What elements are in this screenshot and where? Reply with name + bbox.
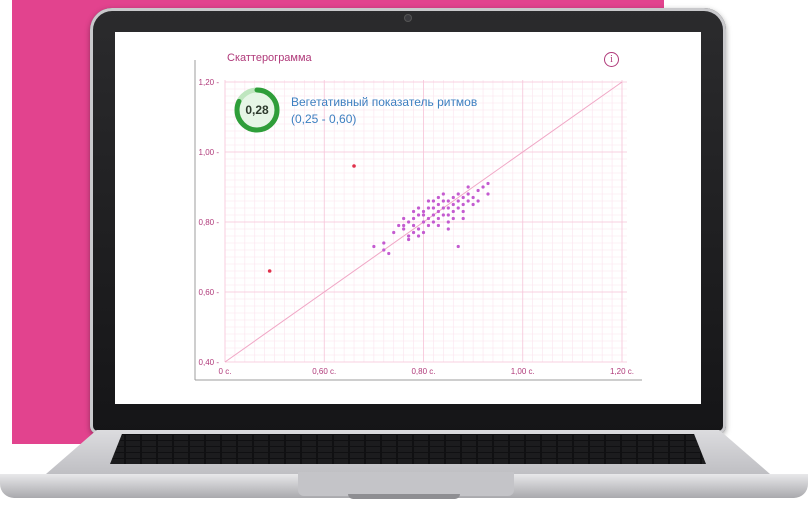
- x-tick-label: 0,60 c.: [312, 367, 336, 376]
- scatter-point: [436, 202, 440, 207]
- scatter-point: [461, 216, 465, 221]
- gauge-value: 0,28: [245, 103, 269, 117]
- scatter-point: [402, 216, 406, 221]
- scatter-point: [426, 199, 431, 203]
- scatter-point: [382, 241, 386, 245]
- scatter-point: [471, 195, 475, 200]
- scatter-point: [407, 237, 411, 242]
- x-tick-label: 1,00 c.: [511, 367, 535, 376]
- scatter-point: [476, 188, 480, 193]
- scatter-point: [451, 216, 455, 221]
- y-tick-label: 1,20 -: [199, 78, 220, 87]
- scatter-point: [411, 223, 416, 228]
- scatter-point: [407, 234, 411, 238]
- scatter-point: [426, 216, 431, 221]
- scatter-point: [466, 192, 470, 196]
- scatter-point: [441, 206, 445, 210]
- x-tick-label: 0 c.: [219, 367, 232, 376]
- scatterogram-chart: 0,40 - 0,60 - 0,80 - 1,00 - 1,20 - 0 c. 0,60 c…: [194, 60, 642, 381]
- keyboard: [110, 434, 706, 464]
- scatter-point: [456, 244, 460, 249]
- scatter-point: [397, 223, 401, 228]
- scatter-point: [456, 199, 460, 203]
- scatter-point: [441, 199, 445, 203]
- scatter-point: [411, 209, 416, 214]
- scatter-point: [476, 199, 480, 203]
- scatter-point: [486, 192, 490, 196]
- scatter-point: [421, 209, 426, 214]
- scatter-point: [456, 206, 460, 210]
- outlier-point: [352, 164, 356, 168]
- scatter-point: [461, 195, 465, 200]
- scatter-point: [456, 192, 460, 196]
- scatter-point: [481, 185, 485, 189]
- scatter-point: [451, 202, 455, 207]
- scatter-point: [407, 220, 411, 224]
- scatter-point: [421, 230, 426, 235]
- trackpad: [298, 472, 514, 496]
- scatter-point: [387, 251, 391, 256]
- y-tick-label: 1,00 -: [199, 148, 220, 157]
- scatter-point: [372, 244, 376, 249]
- scatter-point: [421, 220, 426, 224]
- scatter-point: [441, 213, 445, 217]
- laptop-notch: [348, 494, 460, 499]
- scatter-point: [436, 223, 440, 228]
- scatter-point: [392, 230, 396, 235]
- scatter-point: [451, 209, 455, 214]
- scatter-point: [416, 234, 421, 238]
- scatter-point: [461, 209, 465, 214]
- scatter-point: [416, 213, 421, 217]
- scatter-point: [436, 209, 440, 214]
- laptop-screen: 0,40 - 0,60 - 0,80 - 1,00 - 1,20 - 0 c. 0,60 c…: [115, 32, 701, 404]
- scatter-point: [426, 206, 431, 210]
- scatter-point: [451, 195, 455, 200]
- outlier-point: [267, 269, 272, 273]
- scatter-point: [436, 195, 440, 200]
- y-tick-label: 0,40 -: [199, 358, 220, 367]
- scatter-point: [446, 220, 450, 224]
- scatter-point: [446, 213, 450, 217]
- metric-range: (0,25 - 0,60): [291, 112, 357, 126]
- y-tick-label: 0,80 -: [199, 218, 220, 227]
- scatter-point: [402, 223, 406, 228]
- scatter-point: [486, 181, 490, 186]
- info-icon[interactable]: i: [604, 52, 619, 67]
- scatter-point: [446, 206, 450, 210]
- scatter-point: [411, 216, 416, 221]
- x-tick-label: 0,80 c.: [411, 367, 435, 376]
- scatter-point: [446, 199, 450, 203]
- scatter-point: [466, 185, 470, 189]
- scatter-point: [402, 227, 406, 231]
- scatter-point: [436, 216, 440, 221]
- scatter-point: [446, 227, 450, 231]
- scatter-point: [416, 206, 421, 210]
- scatter-point: [466, 199, 470, 203]
- scatter-point: [416, 227, 421, 231]
- metric-label: Вегетативный показатель ритмов: [291, 95, 478, 109]
- scatter-point: [431, 199, 436, 203]
- scatter-point: [461, 202, 465, 207]
- scatter-point: [471, 202, 475, 207]
- scatter-point: [421, 213, 426, 217]
- y-tick-label: 0,60 -: [199, 288, 220, 297]
- x-tick-label: 1,20 c.: [610, 367, 634, 376]
- scatter-point: [431, 206, 436, 210]
- scatter-point: [382, 248, 386, 252]
- camera-icon: [405, 15, 411, 21]
- scatter-point: [426, 223, 431, 228]
- scatter-point: [411, 230, 416, 235]
- scatter-point: [431, 220, 436, 224]
- scatter-point: [441, 192, 445, 196]
- scatter-point: [431, 213, 436, 217]
- chart-title: Скаттерограмма: [227, 52, 312, 64]
